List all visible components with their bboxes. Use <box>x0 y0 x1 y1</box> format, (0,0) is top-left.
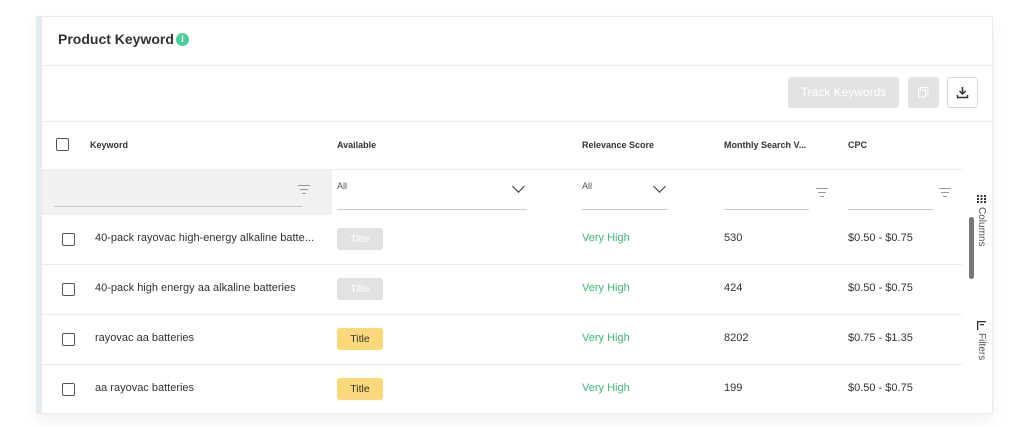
keyword-cell: aa rayovac batteries <box>95 382 195 394</box>
side-panel: Columns Filters <box>966 169 992 413</box>
track-keywords-button[interactable]: Track Keywords <box>788 77 899 108</box>
monthly-search-cell: 8202 <box>724 332 749 344</box>
relevance-cell: Very High <box>582 332 630 344</box>
title-badge[interactable]: Title <box>337 378 383 400</box>
relevance-cell: Very High <box>582 232 630 244</box>
title-badge[interactable]: Title <box>337 328 383 350</box>
table-row[interactable]: rayovac aa batteries Title Very High 820… <box>42 315 962 365</box>
monthly-search-cell: 530 <box>724 232 743 244</box>
filter-row: All All <box>42 169 962 215</box>
title-badge[interactable]: Title <box>337 228 383 250</box>
chevron-down-icon <box>653 180 666 193</box>
cpc-cell: $0.75 - $1.35 <box>848 332 913 344</box>
toolbar: Track Keywords <box>42 65 992 122</box>
column-monthly-search[interactable]: Monthly Search V... <box>724 140 806 150</box>
relevance-filter-select[interactable]: All <box>582 169 668 210</box>
monthly-filter-input[interactable] <box>724 169 809 210</box>
select-all-checkbox[interactable] <box>56 138 69 151</box>
row-checkbox[interactable] <box>62 383 75 396</box>
filter-icon[interactable] <box>298 185 310 196</box>
filter-icon[interactable] <box>939 188 951 199</box>
download-icon <box>956 87 969 99</box>
table-row[interactable]: aa rayovac batteries Title Very High 199… <box>42 365 962 413</box>
card-header: Product Keyword i <box>42 17 992 66</box>
monthly-search-cell: 199 <box>724 382 743 394</box>
filter-icon[interactable] <box>816 188 828 199</box>
relevance-cell: Very High <box>582 282 630 294</box>
keyword-cell: rayovac aa batteries <box>95 332 195 344</box>
columns-tab[interactable]: Columns <box>976 207 987 246</box>
cpc-cell: $0.50 - $0.75 <box>848 382 913 394</box>
table-row[interactable]: 40-pack rayovac high-energy alkaline bat… <box>42 215 962 265</box>
scrollbar[interactable] <box>969 217 974 279</box>
row-checkbox[interactable] <box>62 333 75 346</box>
keyword-cell: 40-pack rayovac high-energy alkaline bat… <box>95 232 314 244</box>
info-icon[interactable]: i <box>176 33 189 46</box>
column-relevance[interactable]: Relevance Score <box>582 140 654 150</box>
available-filter-select[interactable]: All <box>337 169 527 210</box>
keyword-filter-input[interactable] <box>42 169 332 215</box>
download-button[interactable] <box>947 77 978 108</box>
column-keyword[interactable]: Keyword <box>90 140 128 150</box>
column-cpc[interactable]: CPC <box>848 140 867 150</box>
filters-icon[interactable] <box>977 321 986 330</box>
monthly-search-cell: 424 <box>724 282 743 294</box>
relevance-cell: Very High <box>582 382 630 394</box>
product-keyword-card: Product Keyword i Track Keywords Keyword… <box>36 16 993 414</box>
table-row[interactable]: 40-pack high energy aa alkaline batterie… <box>42 265 962 315</box>
row-checkbox[interactable] <box>62 283 75 296</box>
column-available[interactable]: Available <box>337 140 376 150</box>
columns-icon[interactable] <box>977 195 986 203</box>
chevron-down-icon <box>512 180 525 193</box>
relevance-filter-value: All <box>582 181 593 191</box>
cpc-cell: $0.50 - $0.75 <box>848 232 913 244</box>
filters-tab[interactable]: Filters <box>976 333 987 360</box>
copy-button[interactable] <box>908 77 939 108</box>
cpc-filter-input[interactable] <box>848 169 933 210</box>
cpc-cell: $0.50 - $0.75 <box>848 282 913 294</box>
available-filter-value: All <box>337 181 348 191</box>
keyword-cell: 40-pack high energy aa alkaline batterie… <box>95 282 296 294</box>
card-title: Product Keyword <box>58 31 174 47</box>
table-header: Keyword Available Relevance Score Monthl… <box>42 122 962 170</box>
title-badge[interactable]: Title <box>337 278 383 300</box>
copy-icon <box>918 87 929 98</box>
row-checkbox[interactable] <box>62 233 75 246</box>
